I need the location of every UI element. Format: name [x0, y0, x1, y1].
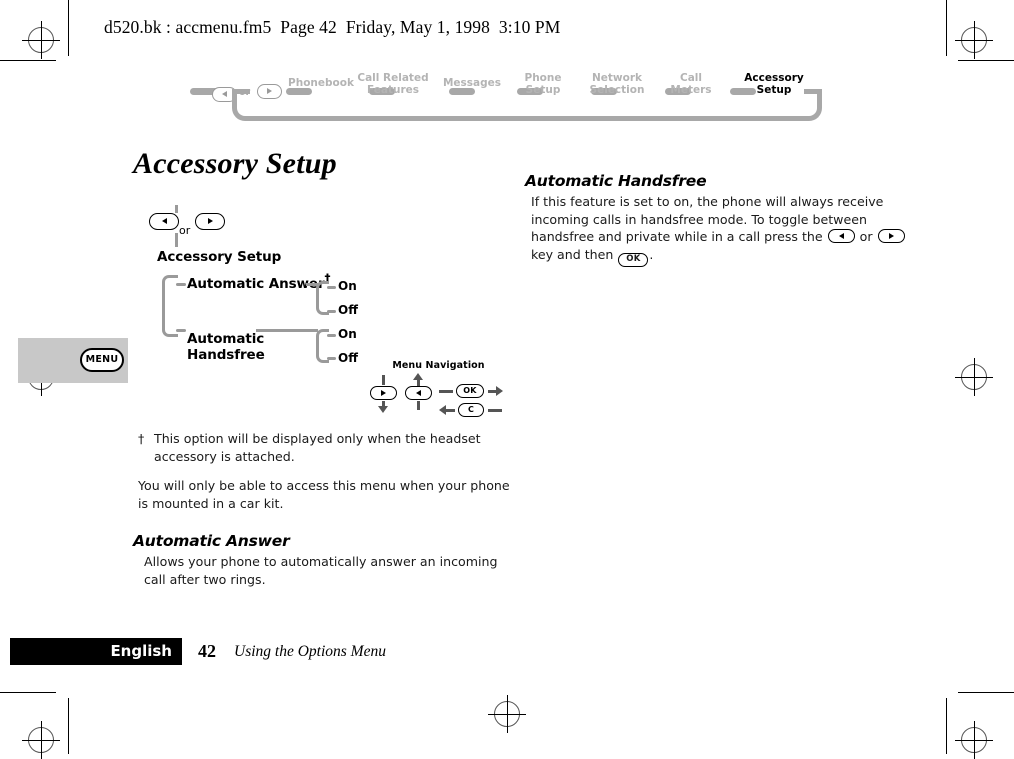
tree-branch-stub-2	[176, 329, 186, 332]
menu-navigation-legend: Menu Navigation OK C	[366, 360, 511, 418]
ok-right-arrow-head-icon	[496, 386, 503, 396]
section-heading-automatic-answer: Automatic Answer	[133, 532, 290, 550]
breadcrumb-item-label: Phone Setup	[524, 72, 562, 96]
left-arrow-key-icon	[149, 213, 179, 230]
clear-right-dash-icon	[488, 409, 502, 412]
tree-option-on-2: On	[338, 327, 357, 341]
down-key-stem-icon	[382, 375, 385, 385]
left-arrow-key-icon	[827, 229, 855, 243]
up-key-stem-icon	[417, 401, 420, 410]
tree-connector-2	[256, 329, 318, 332]
clear-left-arrow-stem-icon	[445, 409, 455, 412]
car-kit-note: You will only be able to access this men…	[138, 478, 510, 511]
footer-section-title: Using the Options Menu	[234, 643, 386, 660]
breadcrumb-item-label: Call Related Features	[357, 72, 429, 96]
breadcrumb: or Phonebook Call Related Features Messa…	[190, 72, 840, 122]
down-arrow-head-icon	[378, 406, 388, 413]
document-header-line: d520.bk : accmenu.fm5 Page 42 Friday, Ma…	[104, 17, 561, 37]
registration-mark-right-center	[955, 358, 993, 396]
tree-or-label: or	[179, 224, 191, 237]
tree-root-label: Accessory Setup	[157, 249, 282, 265]
registration-mark-bottom-right	[955, 721, 993, 759]
crop-mark-top-left-vertical	[68, 0, 69, 56]
registration-mark-top-left	[22, 21, 60, 59]
tree-stem-top	[175, 205, 178, 213]
ok-key-icon: OK	[618, 252, 649, 267]
tree-option-off-1: Off	[338, 303, 358, 317]
right-arrow-key-icon	[877, 229, 905, 243]
down-key-icon	[370, 386, 397, 400]
crop-mark-bottom-right-horizontal	[958, 692, 1014, 693]
breadcrumb-item-call-meters[interactable]: Call Meters	[652, 72, 730, 96]
breadcrumb-item-phonebook[interactable]: Phonebook	[282, 77, 360, 90]
clear-key-icon: C	[458, 403, 484, 417]
crop-mark-top-right-horizontal	[958, 60, 1014, 61]
section-heading-automatic-handsfree: Automatic Handsfree	[525, 172, 707, 190]
footer-page-number: 42	[198, 641, 216, 661]
ok-key-icon: OK	[456, 384, 484, 398]
left-column: † This option will be displayed only whe…	[133, 430, 518, 588]
breadcrumb-item-network-selection[interactable]: Network Selection	[578, 72, 656, 96]
tree-branch-stub-1	[176, 283, 186, 286]
handsfree-text-part2: key and then	[531, 246, 618, 262]
menu-navigation-title: Menu Navigation	[392, 360, 485, 371]
breadcrumb-item-label: Phonebook	[288, 77, 354, 89]
crop-mark-top-left-horizontal	[0, 60, 56, 61]
footnote-dagger: † This option will be displayed only whe…	[138, 430, 518, 465]
breadcrumb-item-label: Accessory Setup	[744, 72, 804, 96]
ok-left-dash-icon	[439, 390, 453, 393]
tree-branch-text: Automatic Answer	[187, 276, 325, 292]
tree-branch-label-automatic-handsfree: Automatic Handsfree	[187, 315, 265, 363]
registration-mark-top-right	[955, 21, 993, 59]
tree-option-on-1: On	[338, 279, 357, 293]
tree-option-stub-2a	[327, 334, 336, 337]
tree-key-pair: or	[139, 213, 229, 237]
handsfree-text-end: .	[649, 246, 654, 262]
footnote-dagger-text: This option will be displayed only when …	[154, 431, 481, 464]
page-title: Accessory Setup	[133, 147, 337, 181]
tree-option-stub-1a	[327, 286, 336, 289]
breadcrumb-item-label: Call Meters	[670, 72, 712, 96]
breadcrumb-item-accessory-setup[interactable]: Accessory Setup	[735, 72, 813, 96]
tree-branch-text: Automatic Handsfree	[187, 331, 265, 363]
tree-option-stub-2b	[327, 357, 336, 360]
breadcrumb-item-phone-setup[interactable]: Phone Setup	[504, 72, 582, 96]
breadcrumb-item-label: Messages	[442, 77, 502, 89]
menu-tree-diagram: or Accessory Setup Automatic Answer† On …	[133, 205, 393, 370]
breadcrumb-bracket-top-left	[232, 89, 250, 94]
handsfree-or-label: or	[855, 229, 877, 244]
tree-stem-middle	[175, 233, 178, 247]
crop-mark-top-right-vertical	[946, 0, 947, 56]
crop-mark-bottom-left-vertical	[68, 698, 69, 754]
section-body-automatic-answer: Allows your phone to automatically answe…	[144, 554, 498, 587]
breadcrumb-item-call-related-features[interactable]: Call Related Features	[354, 72, 432, 96]
tree-option-off-2: Off	[338, 351, 358, 365]
menu-side-tab: MENU	[18, 338, 128, 383]
footer-language-label: English	[110, 642, 172, 660]
section-body-automatic-handsfree: If this feature is set to on, the phone …	[525, 193, 910, 267]
breadcrumb-item-label: Network Selection	[589, 72, 645, 96]
registration-mark-bottom-center	[488, 695, 526, 733]
tree-option-stub-1b	[327, 310, 336, 313]
up-key-icon	[405, 386, 432, 400]
crop-mark-bottom-right-vertical	[946, 698, 947, 754]
breadcrumb-item-messages[interactable]: Messages	[433, 77, 511, 90]
crop-mark-bottom-left-horizontal	[0, 692, 56, 693]
menu-key-icon: MENU	[80, 348, 124, 372]
footnote-mark: †	[138, 431, 145, 446]
right-column: Automatic Handsfree If this feature is s…	[525, 172, 910, 267]
right-arrow-key-icon	[195, 213, 225, 230]
up-arrow-stem-icon	[417, 379, 420, 386]
registration-mark-bottom-left	[22, 721, 60, 759]
